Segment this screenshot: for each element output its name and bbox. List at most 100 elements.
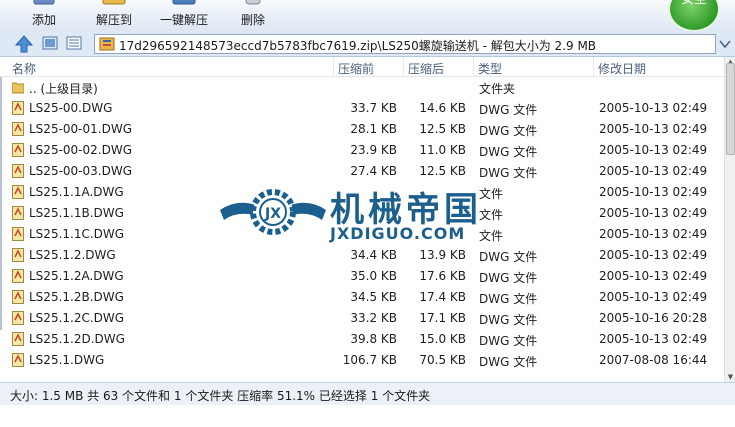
file-row[interactable]: LS25-00-01.DWG 28.1 KB 12.5 KB DWG 文件 2005-1…: [0, 119, 724, 140]
delete-icon: [245, 0, 261, 5]
column-packed[interactable]: 压缩后: [408, 60, 444, 77]
dwg-file-icon: [12, 206, 24, 220]
file-packed-size: 17.1 KB: [419, 311, 466, 325]
file-packed-size: 15.0 KB: [419, 332, 466, 346]
add-icon: [33, 0, 55, 5]
column-modified[interactable]: 修改日期: [598, 60, 646, 77]
thumbnail-view-icon[interactable]: [42, 36, 58, 50]
file-row[interactable]: LS25.1.2B.DWG 34.5 KB 17.4 KB DWG 文件 2005-10…: [0, 287, 724, 308]
security-badge-text: 安全: [670, 0, 718, 7]
file-type: DWG 文件: [479, 166, 538, 180]
list-view-icon[interactable]: [66, 36, 82, 50]
file-row[interactable]: LS25-00-03.DWG 27.4 KB 12.5 KB DWG 文件 2005-1…: [0, 161, 724, 182]
file-row[interactable]: LS25.1.2C.DWG 33.2 KB 17.1 KB DWG 文件 2005-10…: [0, 308, 724, 329]
column-divider[interactable]: [473, 57, 474, 77]
file-packed-size: 13.9 KB: [419, 248, 466, 262]
file-row[interactable]: LS25.1.DWG 106.7 KB 70.5 KB DWG 文件 2007-08-0…: [0, 350, 724, 371]
column-size[interactable]: 压缩前: [338, 60, 374, 77]
file-size: 35.0 KB: [350, 269, 397, 283]
one-click-extract-label: 一键解压: [159, 13, 208, 27]
file-name: LS25-00-02.DWG: [29, 143, 132, 157]
scrollbar-thumb[interactable]: [726, 63, 735, 155]
dwg-file-icon: [12, 311, 24, 325]
delete-button[interactable]: 删除: [228, 0, 278, 31]
column-divider[interactable]: [593, 57, 594, 77]
dwg-file-icon: [12, 353, 24, 367]
file-row[interactable]: LS25-00-02.DWG 23.9 KB 11.0 KB DWG 文件 2005-1…: [0, 140, 724, 161]
zip-archive-icon: [99, 37, 115, 51]
file-name: LS25-00-03.DWG: [29, 164, 132, 178]
file-name: LS25.1.1A.DWG: [29, 185, 124, 199]
file-name: LS25-00-01.DWG: [29, 122, 132, 136]
file-modified: 2005-10-16 20:28: [599, 311, 708, 325]
file-size: 28.1 KB: [350, 122, 397, 136]
vertical-scrollbar[interactable]: ▲ ▼: [724, 57, 735, 382]
column-type[interactable]: 类型: [478, 60, 502, 77]
gear-wings-emblem-icon: JX: [220, 189, 326, 235]
file-modified: 2005-10-13 02:49: [599, 143, 708, 157]
file-modified: 2005-10-13 02:49: [599, 248, 708, 262]
file-modified: 2005-10-13 02:49: [599, 332, 708, 346]
file-size: 34.4 KB: [350, 248, 397, 262]
file-modified: 2005-10-13 02:49: [599, 227, 708, 241]
file-type: DWG 文件: [479, 334, 538, 348]
file-type: DWG 文件: [479, 124, 538, 138]
file-row[interactable]: LS25-00.DWG 33.7 KB 14.6 KB DWG 文件 2005-10-1…: [0, 98, 724, 119]
file-type: DWG 文件: [479, 271, 538, 285]
file-row[interactable]: .. (上级目录) 文件夹: [0, 77, 724, 98]
file-type: DWG 文件: [479, 250, 538, 264]
file-name: .. (上级目录): [29, 82, 98, 96]
file-type: DWG 文件: [479, 292, 538, 306]
file-type: DWG 文件: [479, 313, 538, 327]
file-modified: 2005-10-13 02:49: [599, 122, 708, 136]
file-modified: 2005-10-13 02:49: [599, 164, 708, 178]
security-badge[interactable]: 安全: [668, 0, 720, 32]
file-name: LS25.1.1C.DWG: [29, 227, 125, 241]
file-size: 39.8 KB: [350, 332, 397, 346]
file-name: LS25.1.2C.DWG: [29, 311, 125, 325]
folder-icon: [12, 82, 24, 94]
file-size: 23.9 KB: [350, 143, 397, 157]
emblem-text: JX: [264, 206, 281, 222]
file-modified: 2005-10-13 02:49: [599, 290, 708, 304]
file-row[interactable]: LS25.1.2A.DWG 35.0 KB 17.6 KB DWG 文件 2005-10…: [0, 266, 724, 287]
file-type: 文件夹: [479, 82, 516, 96]
extract-to-button[interactable]: 解压到: [84, 0, 144, 31]
file-size: 33.2 KB: [350, 311, 397, 325]
file-row[interactable]: LS25.1.2D.DWG 39.8 KB 15.0 KB DWG 文件 2005-10…: [0, 329, 724, 350]
file-size: 27.4 KB: [350, 164, 397, 178]
up-arrow-icon[interactable]: [14, 35, 34, 53]
column-divider[interactable]: [333, 57, 334, 77]
address-field[interactable]: 17d296592148573eccd7b5783fbc7619.zip\LS2…: [94, 34, 716, 54]
status-bar: 大小: 1.5 MB 共 63 个文件和 1 个文件夹 压缩率 51.1% 已经…: [0, 382, 735, 405]
file-name: LS25-00.DWG: [29, 101, 113, 115]
scroll-down-arrow-icon[interactable]: ▼: [726, 373, 735, 381]
file-modified: 2007-08-08 16:44: [599, 353, 708, 367]
column-name[interactable]: 名称: [12, 60, 36, 77]
status-text: 大小: 1.5 MB 共 63 个文件和 1 个文件夹 压缩率 51.1% 已经…: [10, 389, 431, 403]
file-name: LS25.1.1B.DWG: [29, 206, 124, 220]
file-name: LS25.1.2A.DWG: [29, 269, 124, 283]
delete-label: 删除: [240, 13, 265, 27]
file-type: DWG 文件: [479, 355, 538, 369]
bottom-strip: [0, 405, 735, 427]
extract-to-label: 解压到: [95, 13, 132, 27]
dwg-file-icon: [12, 185, 24, 199]
dwg-file-icon: [12, 290, 24, 304]
file-packed-size: 11.0 KB: [419, 143, 466, 157]
column-divider[interactable]: [403, 57, 404, 77]
file-size: 33.7 KB: [350, 101, 397, 115]
dwg-file-icon: [12, 332, 24, 346]
add-label: 添加: [31, 13, 56, 27]
toolbar: 添加 解压到 一键解压 删除 安全: [0, 0, 735, 32]
dwg-file-icon: [12, 101, 24, 115]
extract-to-icon: [102, 0, 126, 5]
one-click-extract-icon: [172, 0, 196, 5]
chevron-down-icon[interactable]: [717, 34, 733, 54]
address-path: 17d296592148573eccd7b5783fbc7619.zip\LS2…: [119, 39, 597, 53]
file-size: 106.7 KB: [342, 353, 397, 367]
file-packed-size: 70.5 KB: [419, 353, 466, 367]
one-click-extract-button[interactable]: 一键解压: [152, 0, 216, 31]
add-button[interactable]: 添加: [14, 0, 74, 31]
dwg-file-icon: [12, 164, 24, 178]
